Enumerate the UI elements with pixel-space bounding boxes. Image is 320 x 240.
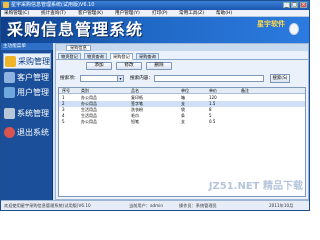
exit-icon [4,127,15,138]
sidebar-header: 主功能菜单 [1,43,53,50]
menu-item-help[interactable]: 帮助(H) [216,10,232,17]
banner-title: 采购信息管理系统 [7,20,144,39]
status-user: 当前用户：admin [129,203,164,208]
app-window: 星宇采购信息管理系统(试用版)V6.10 _ □ × 采购管理(C) 统计查询(… [0,0,310,211]
delete-button[interactable]: 删除 [146,62,172,70]
modify-button[interactable]: 修改 [116,62,142,70]
status-welcome: 欢迎使用星宇采购信息管理系统(试用版)V6.10 [4,203,91,208]
tab-strip: 物资登记 物资查询 采购登记 采购查询 [56,53,308,60]
users-icon [4,72,15,83]
close-button[interactable]: × [300,2,307,8]
table-row[interactable]: 5 办公用品 铅笔 支 0.5 [59,119,305,125]
panel-tab[interactable]: 采购信息 [66,45,91,51]
search-content-label: 搜索内容： [130,76,153,81]
table-cell: 0.5 [209,119,216,124]
brand-name: 星宇软件 [257,19,285,28]
menu-bar: 采购管理(C) 统计查询(T) 客户管理(K) 用户管理(Y) 打印(P) 常用… [1,10,309,17]
status-bar: 欢迎使用星宇采购信息管理系统(试用版)V6.10 当前用户：admin 操作员：… [1,200,309,210]
column-header[interactable]: 单价 [209,88,217,94]
menu-item-purchase[interactable]: 采购管理(C) [4,10,29,17]
sidebar-item-customers[interactable]: 客户管理 [3,70,51,86]
search-type-select[interactable]: ▾ [80,75,124,82]
menu-item-tools[interactable]: 常用工具(Z) [179,10,204,17]
sidebar-item-exit[interactable]: 退出系统 [3,125,51,141]
sidebar-item-label: 采购管理 [18,57,50,66]
search-input[interactable] [154,75,264,82]
table-cell: 5 [62,119,65,124]
main-panel: 采购信息 物资登记 物资查询 采购登记 采购查询 添加 修改 删除 搜索项： ▾… [55,43,309,200]
tab-item-register[interactable]: 物资登记 [58,53,81,60]
watermark: JZ51.NET 精品下载 [208,181,303,192]
cart-icon [5,56,16,67]
header-banner: 采购信息管理系统 星宇软件 [1,17,309,43]
title-bar[interactable]: 星宇采购信息管理系统(试用版)V6.10 _ □ × [1,1,309,10]
menu-item-print[interactable]: 打印(P) [152,10,168,17]
window-title: 星宇采购信息管理系统(试用版)V6.10 [11,2,95,8]
menu-item-stats[interactable]: 统计查询(T) [41,10,66,17]
menu-item-customers[interactable]: 客户管理(K) [78,10,103,17]
add-button[interactable]: 添加 [86,62,112,70]
maximize-button[interactable]: □ [291,2,298,8]
chevron-down-icon: ▾ [117,76,123,81]
sidebar: 主功能菜单 采购管理 客户管理 用户管理 系统管理 退出系统 [1,43,53,200]
status-operator: 操作员：系统管理员 [179,203,217,208]
search-type-label: 搜索项： [60,76,79,81]
table-cell: 支 [181,119,185,124]
sidebar-item-system[interactable]: 系统管理 [3,106,51,122]
app-icon [3,2,9,8]
user-icon [4,87,15,98]
column-header[interactable]: 单位 [181,88,189,94]
computer-icon [4,108,15,119]
sidebar-item-label: 客户管理 [17,73,49,82]
sidebar-item-label: 用户管理 [17,88,49,97]
sidebar-item-purchase[interactable]: 采购管理 [3,53,51,69]
table-cell: 铅笔 [131,119,139,124]
search-button[interactable]: 搜索(S) [270,74,290,83]
sidebar-item-label: 退出系统 [17,128,49,137]
tab-purchase-query[interactable]: 采购查询 [136,53,159,60]
search-bar: 搜索项： ▾ 搜索内容： 搜索(S) [58,74,306,84]
sidebar-item-label: 系统管理 [17,109,49,118]
table-cell: 办公用品 [81,119,97,124]
column-header[interactable]: 类别 [81,88,89,94]
column-header[interactable]: 备注 [241,88,249,94]
menu-item-users[interactable]: 用户管理(Y) [115,10,140,17]
minimize-button[interactable]: _ [283,2,290,8]
brand-logo-icon [289,23,299,35]
column-header[interactable]: 序号 [62,88,70,94]
panel-header: 采购信息 [56,44,308,51]
toolbar: 添加 修改 删除 [58,62,306,71]
sidebar-item-users[interactable]: 用户管理 [3,85,51,101]
tab-purchase-register[interactable]: 采购登记 [110,53,133,60]
column-header[interactable]: 品名 [131,88,139,94]
grid-header: 序号 类别 品名 单位 单价 备注 [59,88,305,94]
status-date: 2011年10月 [269,203,294,208]
tab-item-query[interactable]: 物资查询 [84,53,107,60]
